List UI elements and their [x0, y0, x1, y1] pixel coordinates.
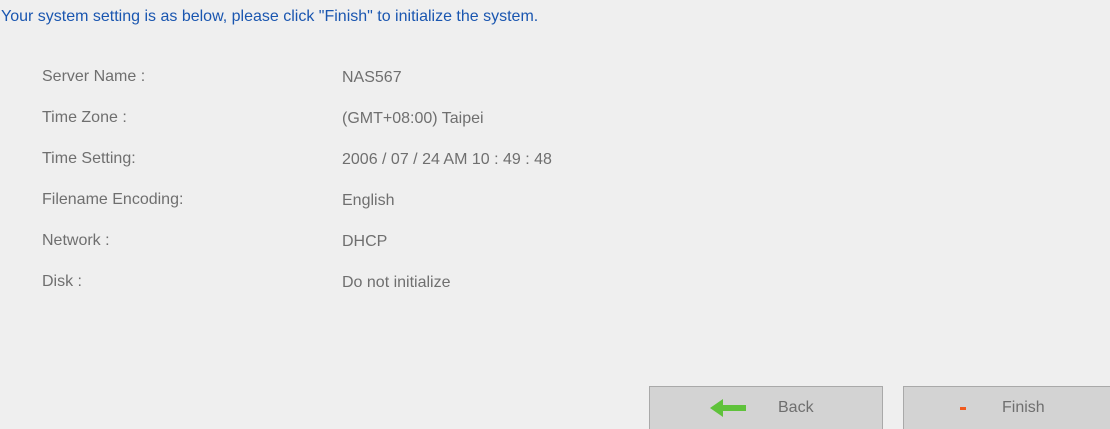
network-label: Network :	[42, 232, 110, 249]
setting-row-server-name: Server Name : NAS567	[42, 57, 552, 98]
back-button[interactable]: Back	[649, 386, 883, 429]
server-name-value: NAS567	[342, 69, 402, 86]
filename-encoding-label: Filename Encoding:	[42, 191, 184, 208]
settings-summary: Server Name : NAS567 Time Zone : (GMT+08…	[42, 57, 552, 303]
time-zone-value: (GMT+08:00) Taipei	[342, 110, 484, 127]
arrow-left-icon	[710, 398, 746, 418]
server-name-label: Server Name :	[42, 68, 146, 85]
finish-button-label: Finish	[1002, 399, 1045, 416]
disk-value: Do not initialize	[342, 274, 451, 291]
setting-row-time-setting: Time Setting: 2006 / 07 / 24 AM 10 : 49 …	[42, 139, 552, 180]
setting-row-network: Network : DHCP	[42, 221, 552, 262]
back-button-label: Back	[778, 399, 814, 416]
intro-message: Your system setting is as below, please …	[1, 8, 539, 25]
filename-encoding-value: English	[342, 192, 395, 209]
network-value: DHCP	[342, 233, 388, 250]
time-setting-label: Time Setting:	[42, 150, 136, 167]
finish-button[interactable]: Finish	[903, 386, 1110, 429]
minus-icon	[958, 398, 968, 418]
time-setting-value: 2006 / 07 / 24 AM 10 : 49 : 48	[342, 151, 552, 168]
disk-label: Disk :	[42, 273, 82, 290]
time-zone-label: Time Zone :	[42, 109, 127, 126]
setting-row-disk: Disk : Do not initialize	[42, 262, 552, 303]
setting-row-filename-encoding: Filename Encoding: English	[42, 180, 552, 221]
setting-row-time-zone: Time Zone : (GMT+08:00) Taipei	[42, 98, 552, 139]
